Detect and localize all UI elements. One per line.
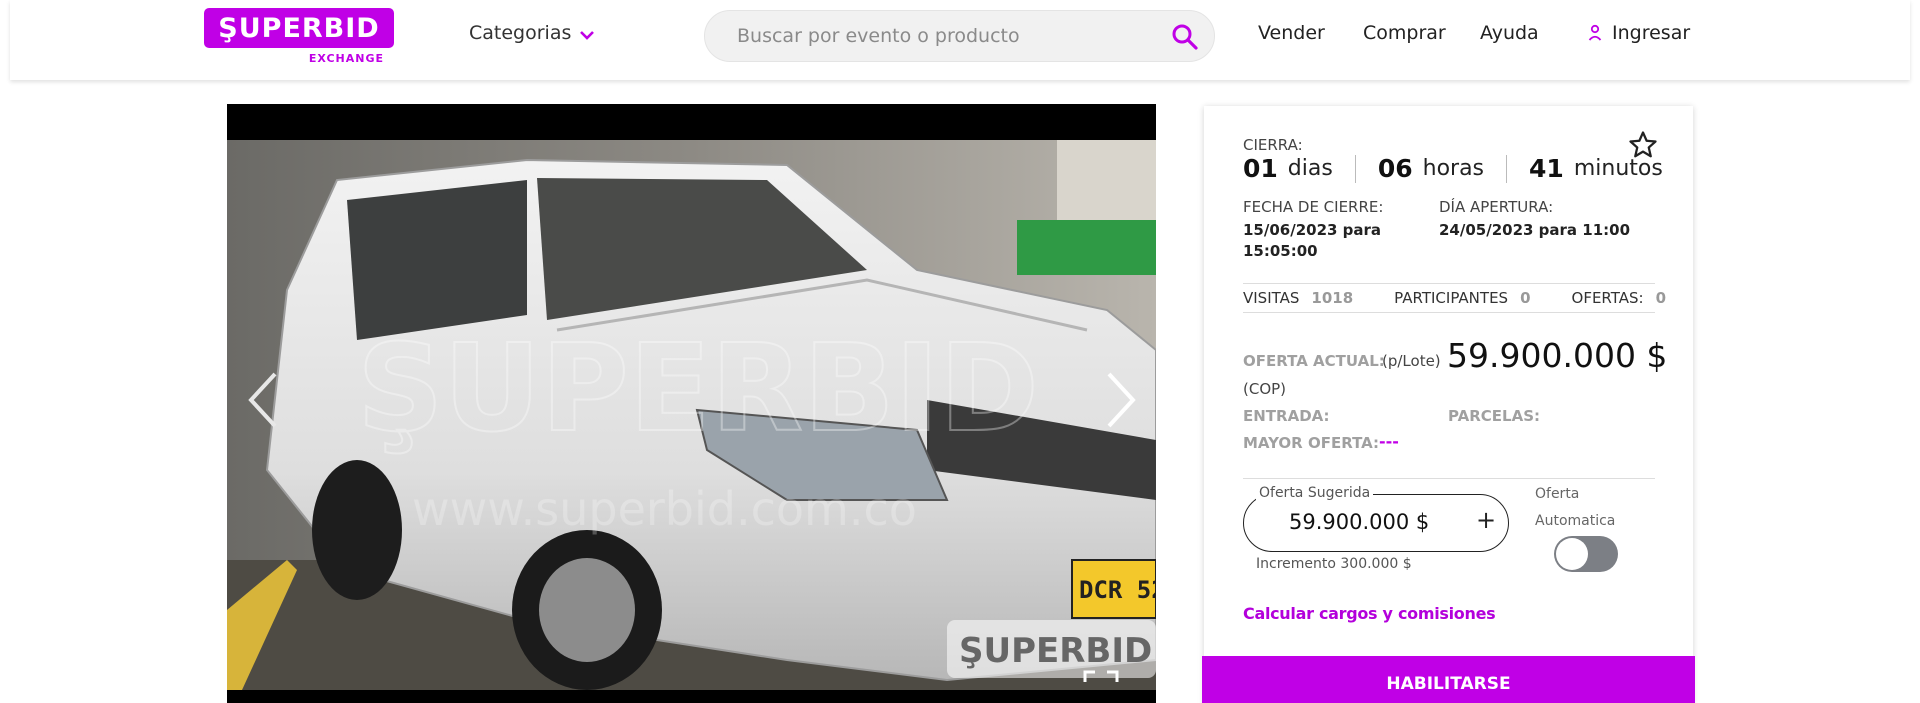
participants-label: PARTICIPANTES bbox=[1394, 289, 1509, 307]
auction-stats: VISITAS 1018 PARTICIPANTES 0 OFERTAS: 0 bbox=[1243, 283, 1666, 313]
currency-label: (COP) bbox=[1243, 380, 1287, 398]
section-divider bbox=[1243, 478, 1655, 479]
close-date-value: 15/06/2023 para 15:05:00 bbox=[1243, 221, 1382, 260]
countdown-hours-unit: horas bbox=[1422, 156, 1485, 181]
search-input[interactable] bbox=[737, 23, 1137, 49]
vehicle-photo: DCR 529 ŞUPERBID www.superbid.com.co ŞUP… bbox=[227, 140, 1156, 690]
nav-help[interactable]: Ayuda bbox=[1480, 22, 1539, 44]
increase-offer-button[interactable]: + bbox=[1476, 506, 1496, 534]
participants-value: 0 bbox=[1520, 289, 1531, 307]
countdown-days: 01 bbox=[1243, 154, 1278, 183]
auction-card: CIERRA: 01 dias 06 horas 41 minutos FECH… bbox=[1202, 106, 1695, 703]
per-lot-label: (p/Lote) bbox=[1382, 352, 1441, 370]
open-day-value: 24/05/2023 para 11:00 bbox=[1439, 221, 1631, 239]
close-date-label: FECHA DE CIERRE: bbox=[1243, 198, 1384, 216]
visits-label: VISITAS bbox=[1243, 289, 1300, 307]
increment-text: Incremento 300.000 $ bbox=[1256, 556, 1412, 572]
suggested-offer-label: Oferta Sugerida bbox=[1256, 485, 1374, 501]
categories-label: Categorias bbox=[469, 22, 572, 44]
login-button[interactable]: Ingresar bbox=[1588, 22, 1690, 44]
open-day-label: DÍA APERTURA: bbox=[1439, 198, 1554, 216]
top-header: ŞUPERBID EXCHANGE Categorias Vender Comp… bbox=[10, 0, 1910, 80]
superbid-logo[interactable]: ŞUPERBID EXCHANGE bbox=[204, 8, 394, 68]
license-plate-text: DCR 529 bbox=[1079, 576, 1156, 604]
countdown-minutes-unit: minutos bbox=[1573, 156, 1663, 181]
calculate-fees-link[interactable]: Calcular cargos y comisiones bbox=[1243, 604, 1496, 623]
next-arrow-icon[interactable] bbox=[1103, 370, 1139, 430]
prev-arrow-icon[interactable] bbox=[245, 370, 281, 430]
installments-label: PARCELAS: bbox=[1448, 407, 1540, 425]
highest-offer-label: MAYOR OFERTA: bbox=[1243, 434, 1380, 452]
suggested-offer-field[interactable]: Oferta Sugerida 59.900.000 $ + bbox=[1243, 485, 1509, 552]
highest-offer-value: --- bbox=[1379, 432, 1399, 451]
auto-offer-label-line1: Oferta bbox=[1535, 486, 1580, 502]
current-offer-label: OFERTA ACTUAL: bbox=[1243, 352, 1385, 370]
corner-watermark: ŞUPERBID bbox=[959, 631, 1152, 671]
divider bbox=[1506, 154, 1508, 183]
current-offer-value: 59.900.000 $ bbox=[1447, 336, 1668, 375]
search-icon[interactable] bbox=[1171, 23, 1199, 51]
logo-subtitle: EXCHANGE bbox=[308, 52, 384, 65]
nav-sell[interactable]: Vender bbox=[1258, 22, 1325, 44]
countdown-minutes: 41 bbox=[1529, 154, 1564, 183]
logo-wordmark: ŞUPERBID bbox=[204, 8, 394, 48]
toggle-knob bbox=[1556, 538, 1588, 570]
chevron-down-icon bbox=[580, 30, 595, 40]
user-icon bbox=[1588, 24, 1602, 41]
divider bbox=[1354, 154, 1356, 183]
fullscreen-icon[interactable] bbox=[1083, 670, 1119, 703]
enable-button[interactable]: HABILITARSE bbox=[1202, 656, 1695, 703]
watermark-logo: ŞUPERBID bbox=[357, 320, 1039, 459]
closes-label: CIERRA: bbox=[1243, 136, 1303, 154]
login-label: Ingresar bbox=[1612, 22, 1691, 44]
auto-offer-label-line2: Automatica bbox=[1535, 513, 1616, 529]
countdown-hours: 06 bbox=[1377, 154, 1413, 183]
countdown-timer: 01 dias 06 horas 41 minutos bbox=[1243, 154, 1663, 183]
offers-label: OFERTAS: bbox=[1571, 289, 1644, 307]
nav-buy[interactable]: Comprar bbox=[1363, 22, 1446, 44]
search-bar bbox=[704, 10, 1215, 62]
offers-value: 0 bbox=[1655, 289, 1667, 307]
countdown-days-unit: dias bbox=[1287, 156, 1333, 181]
lot-image-gallery: DCR 529 ŞUPERBID www.superbid.com.co ŞUP… bbox=[227, 104, 1156, 703]
suggested-offer-value[interactable]: 59.900.000 $ bbox=[1289, 510, 1429, 534]
categories-menu[interactable]: Categorias bbox=[469, 22, 595, 44]
watermark-url: www.superbid.com.co bbox=[412, 482, 917, 536]
entry-label: ENTRADA: bbox=[1243, 407, 1330, 425]
auto-offer-toggle[interactable] bbox=[1554, 536, 1618, 572]
visits-value: 1018 bbox=[1311, 289, 1354, 307]
